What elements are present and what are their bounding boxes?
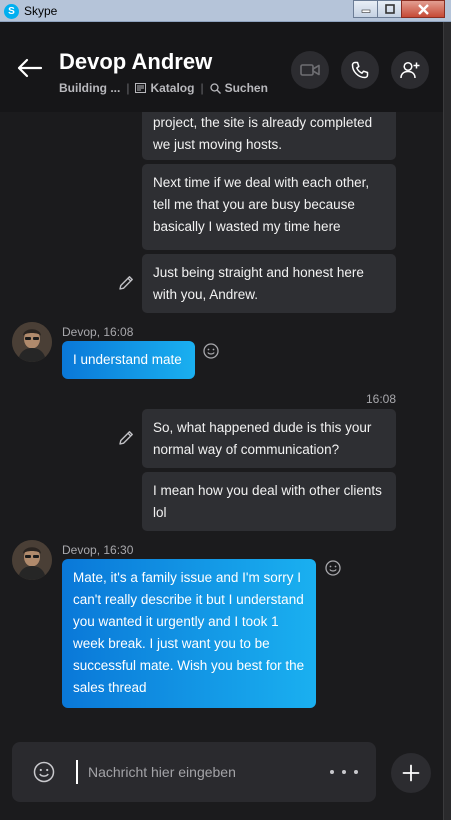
window-controls — [353, 0, 445, 18]
more-icon-dot — [330, 770, 334, 774]
catalog-label: Katalog — [150, 81, 195, 95]
chat-subheader: Building ... | Katalog | Suchen — [59, 81, 268, 95]
message-text: Mate, it's a family issue and I'm sorry … — [73, 570, 305, 695]
avatar[interactable] — [12, 540, 52, 580]
catalog-icon — [135, 83, 147, 93]
search-label: Suchen — [224, 81, 268, 95]
message-outgoing[interactable]: Just being straight and honest here with… — [142, 254, 396, 313]
message-text: Next time if we deal with each other, te… — [153, 175, 370, 234]
separator: | — [126, 81, 130, 95]
smiley-icon[interactable] — [324, 559, 342, 577]
minimize-button[interactable] — [353, 0, 378, 18]
avatar[interactable] — [12, 322, 52, 362]
search-link[interactable]: Suchen — [209, 81, 268, 95]
sender-timestamp: Devop, 16:08 — [62, 325, 134, 339]
add-content-button[interactable] — [391, 753, 431, 793]
more-options-button[interactable] — [330, 762, 358, 782]
composer-box — [12, 742, 376, 802]
add-person-icon — [400, 61, 420, 79]
message-text: I understand mate — [73, 352, 182, 367]
more-icon-dot — [342, 770, 346, 774]
smiley-icon[interactable] — [202, 342, 220, 360]
skype-logo-icon: S — [4, 4, 19, 19]
edit-pencil-icon[interactable] — [117, 274, 135, 292]
close-button[interactable] — [401, 0, 445, 18]
message-list[interactable]: project, the site is already completed w… — [0, 112, 443, 732]
close-icon — [417, 3, 429, 15]
minimize-icon — [361, 9, 370, 13]
catalog-link[interactable]: Katalog — [135, 81, 194, 95]
scrollbar[interactable] — [443, 22, 451, 820]
message-timestamp: 16:08 — [365, 392, 396, 406]
more-icon-dot — [354, 770, 358, 774]
message-outgoing[interactable]: So, what happened dude is this your norm… — [142, 409, 396, 468]
message-outgoing[interactable]: I mean how you deal with other clients l… — [142, 472, 396, 531]
audio-call-button[interactable] — [341, 51, 379, 89]
contact-name[interactable]: Devop Andrew — [59, 49, 212, 75]
add-participant-button[interactable] — [391, 51, 429, 89]
separator: | — [200, 81, 204, 95]
message-text: Just being straight and honest here with… — [153, 265, 364, 302]
smiley-icon[interactable] — [32, 760, 56, 784]
avatar-image — [12, 322, 52, 362]
message-incoming[interactable]: I understand mate — [62, 341, 195, 379]
message-incoming[interactable]: Mate, it's a family issue and I'm sorry … — [62, 559, 316, 708]
back-arrow-icon[interactable] — [17, 58, 43, 78]
chat-header: Devop Andrew Building ... | Katalog | Su… — [0, 22, 443, 112]
message-outgoing[interactable]: Next time if we deal with each other, te… — [142, 164, 396, 250]
message-composer — [0, 732, 443, 820]
message-outgoing[interactable]: project, the site is already completed w… — [142, 112, 396, 160]
search-icon — [209, 82, 221, 94]
plus-icon — [402, 764, 420, 782]
edit-pencil-icon[interactable] — [117, 429, 135, 447]
message-input[interactable] — [76, 760, 316, 784]
phone-icon — [351, 61, 369, 79]
window-title: Skype — [24, 4, 58, 18]
video-call-button[interactable] — [291, 51, 329, 89]
video-call-icon — [300, 64, 320, 76]
avatar-image — [12, 540, 52, 580]
message-text: I mean how you deal with other clients l… — [153, 483, 382, 520]
group-link[interactable]: Building ... — [59, 81, 120, 95]
message-text: So, what happened dude is this your norm… — [153, 420, 372, 457]
maximize-button[interactable] — [377, 0, 402, 18]
sender-timestamp: Devop, 16:30 — [62, 543, 134, 557]
message-text: project, the site is already completed w… — [153, 115, 373, 152]
maximize-icon — [384, 4, 395, 14]
window-titlebar: S Skype — [0, 0, 451, 22]
